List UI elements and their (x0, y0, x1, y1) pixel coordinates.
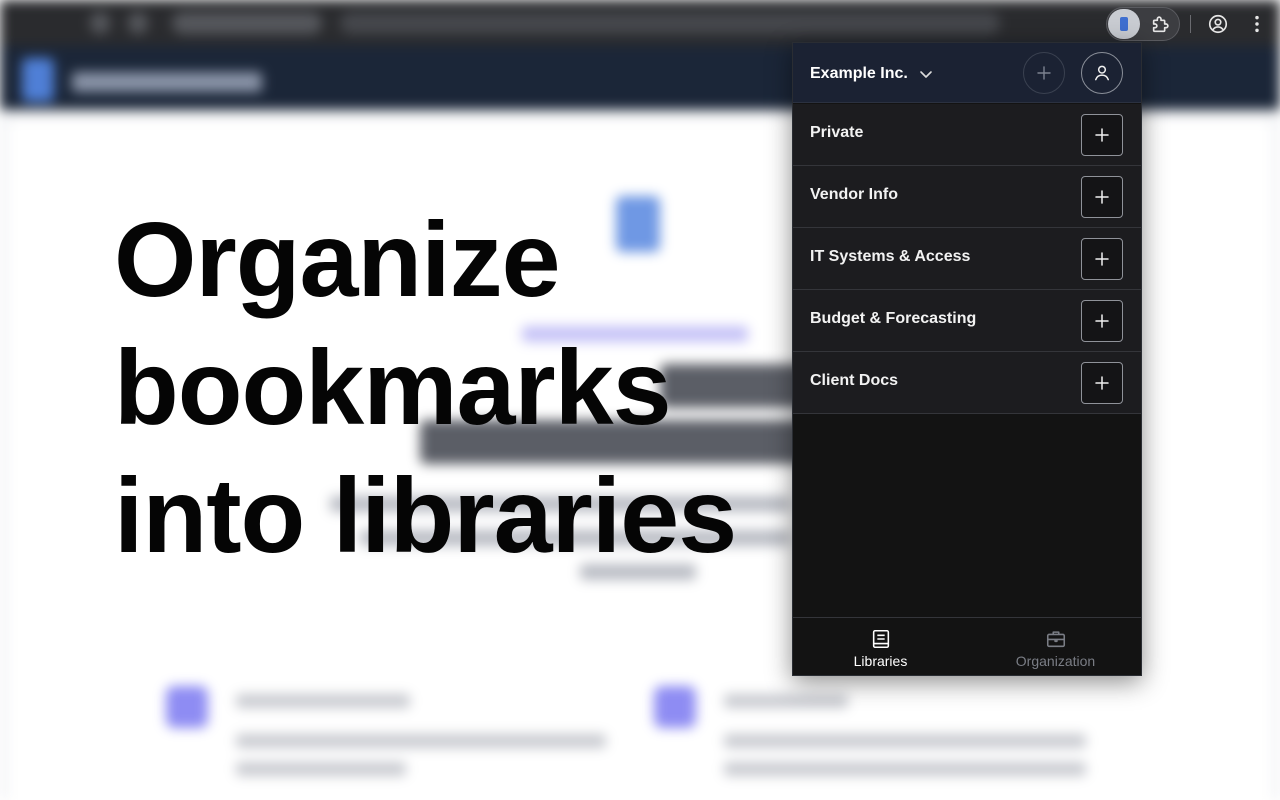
puzzle-icon[interactable] (1150, 13, 1172, 35)
library-row-it-systems-access[interactable]: IT Systems & Access (793, 228, 1141, 290)
plus-icon (1095, 190, 1109, 204)
user-icon (1095, 65, 1109, 81)
profile-icon[interactable] (1207, 13, 1229, 35)
hero-line-3: into libraries (114, 457, 737, 575)
site-feature-text-placeholder (724, 762, 1086, 776)
site-feature-text-placeholder (724, 734, 1086, 748)
plus-icon (1095, 314, 1109, 328)
library-row-client-docs[interactable]: Client Docs (793, 352, 1141, 414)
nav-tab-libraries[interactable]: Libraries (793, 618, 968, 675)
site-brand-placeholder (72, 72, 262, 92)
nav-button-placeholder (90, 12, 110, 34)
address-bar-placeholder (340, 12, 1000, 34)
library-label: Client Docs (810, 372, 899, 389)
kebab-menu-icon[interactable] (1246, 13, 1268, 35)
library-label: IT Systems & Access (810, 248, 971, 265)
plus-icon (1095, 128, 1109, 142)
briefcase-icon (1046, 630, 1065, 647)
tab-title-placeholder (172, 12, 322, 34)
add-library-button[interactable] (1023, 52, 1065, 94)
nav-label-libraries: Libraries (853, 652, 908, 669)
chevron-down-icon (920, 71, 932, 78)
nav-label-organization: Organization (1015, 652, 1096, 669)
account-button[interactable] (1081, 52, 1123, 94)
site-feature-title-placeholder (236, 694, 410, 708)
org-name: Example Inc. (810, 65, 908, 82)
nav-button-placeholder (128, 12, 148, 34)
add-bookmark-button[interactable] (1081, 238, 1123, 280)
site-feature-icon (166, 686, 208, 728)
library-list: Private Vendor Info IT Systems & Access … (793, 104, 1141, 414)
bookmark-extension-icon[interactable] (1108, 9, 1140, 39)
site-logo (22, 58, 54, 102)
bookmark-glyph-icon (1120, 17, 1128, 31)
extension-popup: Example Inc. Private Vendor Info IT Syst… (792, 42, 1142, 676)
site-feature-icon (654, 686, 696, 728)
library-row-budget-forecasting[interactable]: Budget & Forecasting (793, 290, 1141, 352)
plus-icon (1095, 252, 1109, 266)
browser-tabbar (0, 0, 1280, 46)
site-feature-text-placeholder (236, 762, 406, 776)
org-switcher[interactable]: Example Inc. (810, 61, 934, 87)
toolbar-divider (1190, 15, 1191, 33)
plus-icon (1037, 66, 1051, 80)
library-row-private[interactable]: Private (793, 104, 1141, 166)
library-label: Vendor Info (810, 186, 898, 203)
plus-icon (1095, 376, 1109, 390)
library-label: Budget & Forecasting (810, 310, 977, 327)
book-icon (872, 629, 889, 648)
popup-header: Example Inc. (793, 43, 1141, 103)
library-label: Private (810, 124, 864, 141)
add-bookmark-button[interactable] (1081, 114, 1123, 156)
site-feature-title-placeholder (724, 694, 848, 708)
add-bookmark-button[interactable] (1081, 176, 1123, 218)
site-feature-text-placeholder (236, 734, 606, 748)
hero-headline: Organize bookmarks into libraries (114, 196, 794, 580)
library-row-vendor-info[interactable]: Vendor Info (793, 166, 1141, 228)
hero-line-1: Organize (114, 201, 561, 319)
add-bookmark-button[interactable] (1081, 362, 1123, 404)
hero-line-2: bookmarks (114, 329, 672, 447)
nav-tab-organization[interactable]: Organization (968, 618, 1141, 675)
add-bookmark-button[interactable] (1081, 300, 1123, 342)
bottom-navigation: Libraries Organization (793, 617, 1141, 675)
